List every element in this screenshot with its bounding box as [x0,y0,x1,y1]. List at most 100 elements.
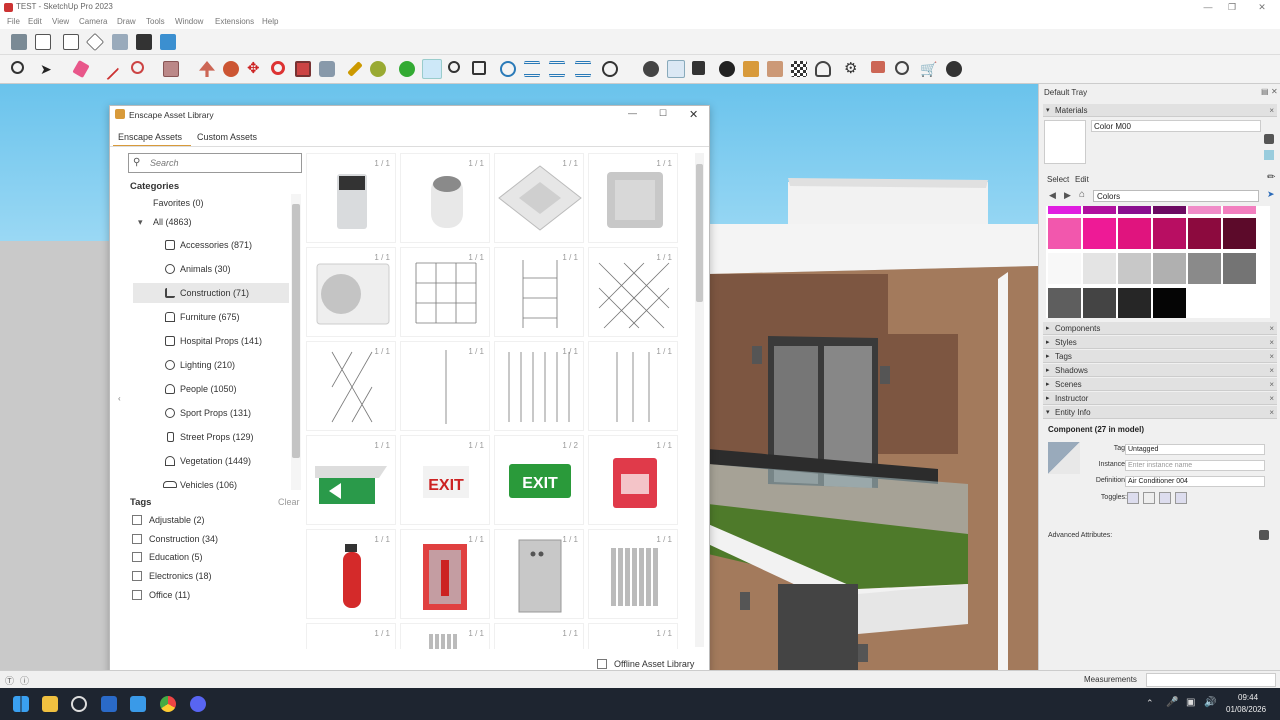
tag-electronics[interactable]: Electronics (18) [149,571,212,581]
menu-file[interactable]: File [7,17,20,26]
asset-library-icon[interactable] [743,61,759,77]
tag-adjustable[interactable]: Adjustable (2) [149,515,205,525]
category-sport-props[interactable]: Sport Props (131) [180,408,251,418]
tag-checkbox[interactable] [132,552,142,562]
right-view-icon[interactable] [85,32,105,52]
windows-start-icon[interactable] [13,696,29,712]
account-icon[interactable] [602,61,618,77]
restore-icon[interactable]: ❐ [1220,0,1244,14]
tray-pin-icon[interactable]: ▤ [1261,87,1269,96]
panel-styles[interactable]: Styles × [1043,336,1277,349]
back-icon[interactable]: ◀ [1049,190,1056,201]
close-icon[interactable]: ✕ [1250,0,1274,14]
clock-time[interactable]: 09:44 [1238,693,1258,702]
tag-checkbox[interactable] [132,534,142,544]
definition-input[interactable]: Air Conditioner 004 [1125,476,1265,487]
asset-tile[interactable]: 1 / 1 [400,247,490,337]
asset-tile[interactable]: 1 / 1 [588,529,678,619]
asset-grid-scrollbar-thumb[interactable] [696,164,703,302]
chevron-down-icon[interactable]: ▾ [138,217,143,228]
color-swatch[interactable] [1118,218,1151,249]
panel-close-icon[interactable]: × [1269,406,1274,419]
search-input[interactable]: ⚲ Search [128,153,302,173]
info-icon[interactable] [895,61,909,75]
measurements-input[interactable] [1146,673,1276,687]
clear-tags-button[interactable]: Clear [278,497,300,507]
color-swatch[interactable] [1153,253,1186,284]
color-swatch[interactable] [1153,288,1186,318]
asset-tile[interactable]: 1 / 1 [306,247,396,337]
menu-edit[interactable]: Edit [28,17,42,26]
panel-tags[interactable]: Tags × [1043,350,1277,363]
panel-components[interactable]: Components × [1043,322,1277,335]
color-swatch[interactable] [1188,218,1221,249]
category-people[interactable]: People (1050) [180,384,237,394]
enscape-sync-icon[interactable] [667,60,685,78]
window-close-icon[interactable]: ✕ [689,108,698,121]
panel-close-icon[interactable]: × [1269,392,1274,405]
receive-shadow-toggle-icon[interactable] [1175,492,1187,504]
category-scrollbar-thumb[interactable] [292,204,300,458]
color-swatch[interactable] [1048,206,1081,214]
asset-tile[interactable]: 1 / 1 [306,153,396,243]
asset-tile[interactable]: 1 / 1 [588,623,678,649]
menu-window[interactable]: Window [175,17,203,26]
left-view-icon[interactable] [136,34,152,50]
asset-library-titlebar[interactable]: Enscape Asset Library — ☐ ✕ [110,106,709,124]
color-swatch[interactable] [1223,206,1256,214]
category-lighting[interactable]: Lighting (210) [180,360,235,370]
section-display-icon[interactable] [524,61,540,77]
tab-enscape-assets[interactable]: Enscape Assets [118,132,182,142]
asset-tile[interactable]: 1 / 1 [306,529,396,619]
github-icon[interactable] [71,696,87,712]
color-swatch[interactable] [1223,218,1256,249]
enscape-start-icon[interactable] [643,61,659,77]
panel-close-icon[interactable]: × [1269,378,1274,391]
menu-extensions[interactable]: Extensions [215,17,254,26]
color-swatch[interactable] [1048,288,1081,318]
panel-close-icon[interactable]: × [1269,350,1274,363]
offset-tool-icon[interactable] [319,61,335,77]
color-swatch[interactable] [1083,206,1116,214]
follow-me-icon[interactable] [223,61,239,77]
tape-measure-icon[interactable] [347,61,363,77]
asset-tile[interactable]: 1 / 1 [588,247,678,337]
zoom-icon[interactable] [448,61,460,73]
geo-location-icon[interactable]: Ⓣ [5,674,14,687]
scale-tool-icon[interactable] [295,61,311,77]
color-swatch[interactable] [1188,253,1221,284]
collection-select[interactable]: Colors [1093,190,1259,202]
asset-tile[interactable]: 1 / 1 [588,341,678,431]
menu-tools[interactable]: Tools [146,17,165,26]
category-favorites[interactable]: Favorites (0) [153,198,204,208]
enscape-capture-icon[interactable] [692,61,705,75]
microphone-icon[interactable]: 🎤 [1166,697,1178,708]
move-tool-icon[interactable]: ✥ [247,61,263,77]
collapse-panel-icon[interactable]: ‹ [118,394,121,403]
building-model[interactable] [708,84,1038,670]
category-construction[interactable]: Construction (71) [180,288,249,298]
details-arrow-icon[interactable]: ➤ [1267,189,1275,200]
window-minimize-icon[interactable]: — [628,108,637,118]
panel-scenes[interactable]: Scenes × [1043,378,1277,391]
asset-tile[interactable]: 1 / 1 [494,529,584,619]
window-maximize-icon[interactable]: ☐ [659,108,667,119]
tray-close-icon[interactable]: ✕ [1271,87,1278,96]
cast-shadow-toggle-icon[interactable] [1159,492,1171,504]
eyedropper-icon[interactable]: ✏ [1267,172,1275,183]
tab-custom-assets[interactable]: Custom Assets [197,132,257,142]
orbit-icon[interactable] [399,61,415,77]
pan-hand-icon[interactable] [422,59,442,79]
sketchup-taskbar-icon[interactable] [101,696,117,712]
forward-icon[interactable]: ▶ [1064,190,1071,201]
tray-chevron-icon[interactable]: ⌃ [1146,698,1154,709]
home-icon[interactable]: ⌂ [1079,189,1085,200]
asset-tile[interactable]: 1 / 1 [494,247,584,337]
category-vehicles[interactable]: Vehicles (106) [180,480,237,490]
tag-education[interactable]: Education (5) [149,552,203,562]
zoom-window-icon[interactable] [472,61,486,75]
asset-tile[interactable]: 1 / 1 [306,435,396,525]
tag-checkbox[interactable] [132,515,142,525]
material-editor-icon[interactable] [767,61,783,77]
category-accessories[interactable]: Accessories (871) [180,240,252,250]
